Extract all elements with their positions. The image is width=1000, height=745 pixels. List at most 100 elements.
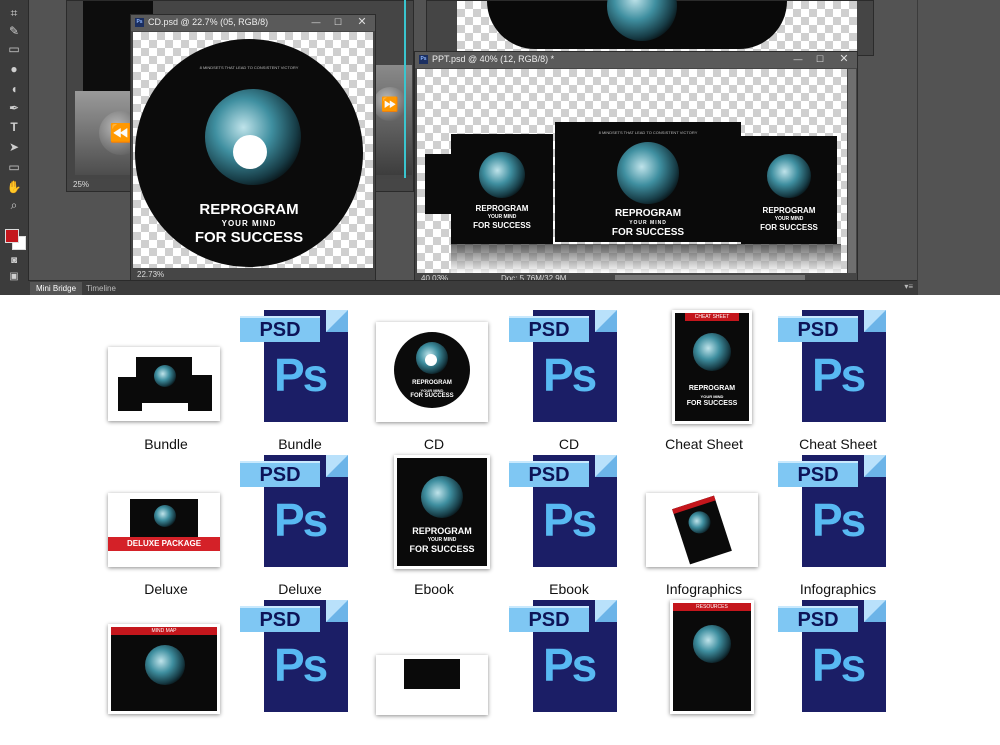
file-item-deluxe-psd[interactable]: PSD Ps Deluxe xyxy=(230,455,370,600)
cd-window-titlebar[interactable]: Ps CD.psd @ 22.7% (05, RGB/8) — ☐ ✕ xyxy=(131,15,375,31)
tab-mini-bridge[interactable]: Mini Bridge xyxy=(30,282,83,295)
psd-file-icon: PSD Ps xyxy=(509,600,629,720)
file-item-deluxe-image[interactable]: DELUXE PACKAGE Deluxe xyxy=(96,455,236,600)
psd-tag: PSD xyxy=(240,316,320,342)
slide-right: REPROGRAM YOUR MIND FOR SUCCESS xyxy=(741,136,837,244)
file-item-cd-psd[interactable]: PSD Ps CD xyxy=(499,310,639,455)
psd-doc-shape: PSD Ps xyxy=(509,310,617,422)
file-label: Deluxe xyxy=(278,581,322,597)
maximize-icon[interactable]: ☐ xyxy=(329,16,347,29)
cheat-text-line3: FOR SUCCESS xyxy=(686,400,738,407)
screen-mode-icon[interactable]: ▣ xyxy=(6,270,22,284)
file-item-ebook-psd[interactable]: PSD Ps Ebook xyxy=(499,455,639,600)
file-thumbnail: MIND MAP xyxy=(106,600,226,720)
head-graphic xyxy=(767,154,811,198)
slide-title-line1: REPROGRAM xyxy=(762,206,816,215)
page-fold xyxy=(864,455,886,477)
vertical-scrollbar[interactable] xyxy=(848,69,856,273)
page-fold xyxy=(864,310,886,332)
cd-document-window[interactable]: Ps CD.psd @ 22.7% (05, RGB/8) — ☐ ✕ 8 MI… xyxy=(130,14,376,282)
minimize-icon[interactable]: — xyxy=(789,53,807,66)
eraser-tool-icon[interactable]: ▭ xyxy=(6,42,22,56)
cd-center-hole xyxy=(425,354,437,366)
file-thumbnail: CHEAT SHEET REPROGRAM YOUR MIND FOR SUCC… xyxy=(644,310,764,430)
page-fold xyxy=(595,310,617,332)
presentation-preview xyxy=(376,655,488,715)
page-fold xyxy=(595,455,617,477)
blur-tool-icon[interactable]: ● xyxy=(6,62,22,76)
cheat-sheet-page: CHEAT SHEET REPROGRAM YOUR MIND FOR SUCC… xyxy=(675,313,749,421)
file-item-infographics-psd[interactable]: PSD Ps Infographics xyxy=(768,455,908,600)
back-document-window-right[interactable] xyxy=(426,0,874,56)
slide-title-line3: FOR SUCCESS xyxy=(760,223,818,232)
cheat-sheet-header: CHEAT SHEET xyxy=(685,313,739,321)
right-panel-area xyxy=(917,0,1000,295)
cd-title-line3: FOR SUCCESS xyxy=(194,229,304,246)
file-label: Ebook xyxy=(549,581,589,597)
tab-timeline[interactable]: Timeline xyxy=(80,282,122,295)
rectangle-tool-icon[interactable]: ▭ xyxy=(6,160,22,174)
bundle-box-right xyxy=(188,375,212,411)
cd-title-line1: REPROGRAM xyxy=(199,201,299,218)
minimize-icon[interactable]: — xyxy=(307,16,325,29)
path-select-tool-icon[interactable]: ➤ xyxy=(6,140,22,154)
head-graphic xyxy=(685,508,714,537)
cd-title-line2: YOUR MIND xyxy=(221,219,277,228)
file-item-infographics-image[interactable]: Infographics xyxy=(634,455,774,600)
file-thumbnail xyxy=(106,310,226,430)
mind-map-preview: MIND MAP xyxy=(108,624,220,714)
dodge-tool-icon[interactable]: ◖ xyxy=(6,82,22,96)
file-item-presentation-image[interactable] xyxy=(364,600,504,745)
file-item-cheat-sheet-image[interactable]: CHEAT SHEET REPROGRAM YOUR MIND FOR SUCC… xyxy=(634,310,774,455)
slide-title-line3: FOR SUCCESS xyxy=(473,221,531,230)
file-item-resources-image[interactable]: RESOURCES xyxy=(634,600,774,745)
resources-preview: RESOURCES xyxy=(670,600,754,714)
foreground-color-swatch[interactable] xyxy=(5,229,19,243)
photoshop-icon: Ps xyxy=(135,18,144,27)
panel-menu-icon[interactable]: ▾≡ xyxy=(904,282,913,291)
resources-page: RESOURCES xyxy=(673,603,751,711)
page-fold xyxy=(595,600,617,622)
window-title: PPT.psd @ 40% (12, RGB/8) * xyxy=(432,54,555,64)
mind-map-header: MIND MAP xyxy=(111,627,217,635)
pen-tool-icon[interactable]: ✒ xyxy=(6,101,22,115)
slide-tagline: 8 MINDSETS THAT LEAD TO CONSISTENT VICTO… xyxy=(598,130,698,135)
psd-file-icon: PSD Ps xyxy=(240,600,360,720)
file-label: Deluxe xyxy=(144,581,188,597)
cd-disc: REPROGRAM YOUR MIND FOR SUCCESS xyxy=(394,332,470,408)
cheat-sheet-preview: CHEAT SHEET REPROGRAM YOUR MIND FOR SUCC… xyxy=(672,310,752,424)
file-item-presentation-psd[interactable]: PSD Ps xyxy=(499,600,639,745)
quick-mask-icon[interactable]: ◙ xyxy=(6,254,22,268)
zoom-tool-icon[interactable]: ⌕ xyxy=(6,198,22,212)
head-graphic xyxy=(479,152,525,198)
hand-tool-icon[interactable]: ✋ xyxy=(6,180,22,194)
file-item-cheat-sheet-psd[interactable]: PSD Ps Cheat Sheet xyxy=(768,310,908,455)
close-icon[interactable]: ✕ xyxy=(353,16,371,29)
maximize-icon[interactable]: ☐ xyxy=(811,53,829,66)
file-item-mind-map-psd[interactable]: PSD Ps xyxy=(230,600,370,745)
zoom-level[interactable]: 25% xyxy=(73,179,89,191)
page-fold xyxy=(864,600,886,622)
file-label: Cheat Sheet xyxy=(799,436,877,452)
type-tool-icon[interactable]: T xyxy=(6,120,22,134)
file-label: Cheat Sheet xyxy=(665,436,743,452)
file-item-ebook-image[interactable]: REPROGRAM YOUR MIND FOR SUCCESS Ebook xyxy=(364,455,504,600)
slide-center: 8 MINDSETS THAT LEAD TO CONSISTENT VICTO… xyxy=(555,122,741,242)
file-item-cd-image[interactable]: REPROGRAM YOUR MIND FOR SUCCESS CD xyxy=(364,310,504,455)
file-item-bundle-psd[interactable]: PSD Ps Bundle xyxy=(230,310,370,455)
brush-tool-icon[interactable]: ✎ xyxy=(6,24,22,38)
crop-tool-icon[interactable]: ⌗ xyxy=(6,6,22,20)
cd-disc: 8 MINDSETS THAT LEAD TO CONSISTENT VICTO… xyxy=(135,39,363,267)
ppt-window-titlebar[interactable]: Ps PPT.psd @ 40% (12, RGB/8) * — ☐ ✕ xyxy=(415,52,857,68)
psd-tag: PSD xyxy=(778,461,858,487)
file-item-mind-map-image[interactable]: MIND MAP xyxy=(96,600,236,745)
close-icon[interactable]: ✕ xyxy=(835,53,853,66)
psd-doc-shape: PSD Ps xyxy=(240,600,348,712)
ebook-text-line1: REPROGRAM xyxy=(412,526,472,536)
slide-title-line1: REPROGRAM xyxy=(475,204,529,213)
file-thumbnail: REPROGRAM YOUR MIND FOR SUCCESS xyxy=(374,310,494,430)
psd-tag: PSD xyxy=(778,316,858,342)
file-item-bundle-image[interactable]: Bundle xyxy=(96,310,236,455)
ppt-document-window[interactable]: Ps PPT.psd @ 40% (12, RGB/8) * — ☐ ✕ REP… xyxy=(414,51,858,286)
file-item-resources-psd[interactable]: PSD Ps xyxy=(768,600,908,745)
